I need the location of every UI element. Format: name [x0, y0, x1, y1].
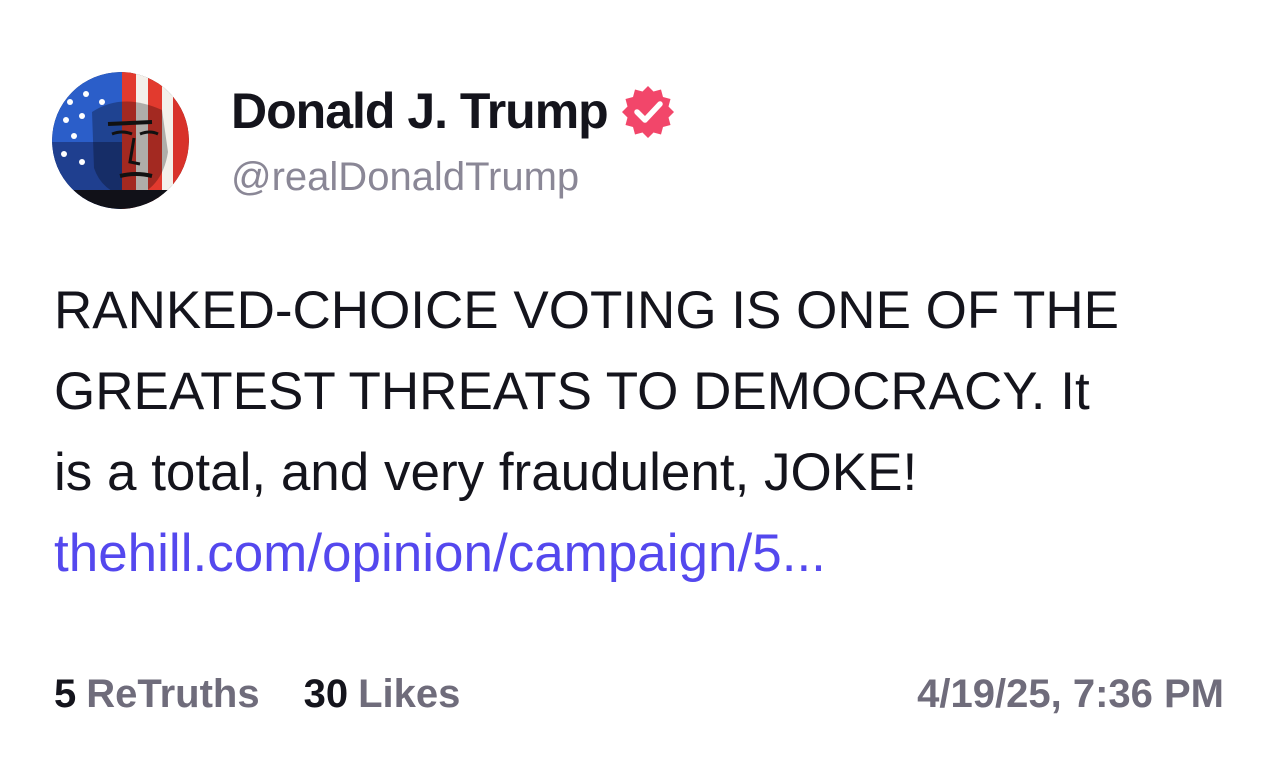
- likes-label: Likes: [358, 671, 461, 716]
- post-body: RANKED-CHOICE VOTING IS ONE OF THE GREAT…: [54, 270, 1234, 594]
- truth-post: Donald J. Trump @realDonaldTrump RANKED-…: [0, 0, 1280, 764]
- verified-badge-icon: [621, 85, 674, 138]
- author-handle[interactable]: @realDonaldTrump: [231, 155, 676, 200]
- post-stats: 5 ReTruths 30 Likes 4/19/25, 7:36 PM: [54, 666, 1224, 722]
- post-link[interactable]: thehill.com/opinion/campaign/5...: [54, 513, 1234, 594]
- likes-stat[interactable]: 30 Likes: [304, 672, 461, 717]
- post-text-line: GREATEST THREATS TO DEMOCRACY. It: [54, 362, 1090, 421]
- likes-count: 30: [303, 671, 349, 716]
- name-row: Donald J. Trump: [231, 81, 676, 141]
- post-timestamp: 4/19/25, 7:36 PM: [917, 671, 1224, 716]
- retruths-label: ReTruths: [86, 671, 260, 716]
- retruths-count: 5: [54, 671, 77, 716]
- retruths-stat[interactable]: 5 ReTruths: [54, 672, 260, 717]
- avatar[interactable]: [52, 71, 189, 209]
- post-text-line: RANKED-CHOICE VOTING IS ONE OF THE: [54, 281, 1120, 340]
- post-text-line: is a total, and very fraudulent, JOKE!: [54, 443, 918, 502]
- author-identity: Donald J. Trump @realDonaldTrump: [231, 81, 676, 200]
- post-header: Donald J. Trump @realDonaldTrump: [52, 70, 676, 210]
- display-name[interactable]: Donald J. Trump: [231, 82, 609, 140]
